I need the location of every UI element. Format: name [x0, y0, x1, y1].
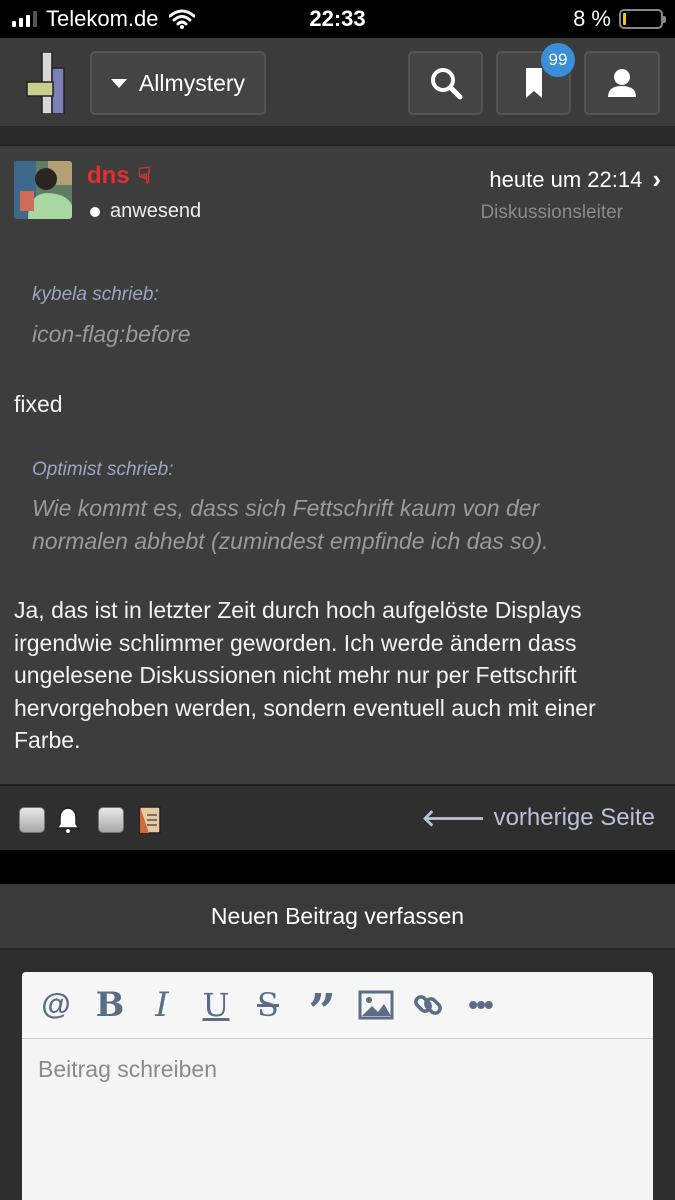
- strikethrough-button[interactable]: S: [248, 984, 288, 1026]
- post-actions: 🡐 vorherige Seite: [0, 784, 675, 850]
- image-button[interactable]: [356, 984, 396, 1026]
- avatar[interactable]: [14, 161, 72, 219]
- post-textarea[interactable]: Beitrag schreiben: [38, 1056, 217, 1083]
- bold-button[interactable]: B: [90, 984, 130, 1026]
- post-time-link[interactable]: heute um 22:14 ›: [489, 164, 661, 195]
- quote-button[interactable]: ”: [302, 984, 342, 1036]
- quote-author: kybela schrieb:: [32, 284, 159, 305]
- bell-icon[interactable]: [55, 806, 81, 834]
- author-name[interactable]: dns ☟: [87, 162, 151, 190]
- author-name-label: dns: [87, 162, 130, 189]
- logo[interactable]: [26, 52, 68, 114]
- post-editor: @ B I U S ” ••• Beitrag schreiben: [22, 972, 653, 1200]
- previous-page-link[interactable]: 🡐 vorherige Seite: [421, 803, 655, 833]
- link-button[interactable]: [408, 984, 448, 1026]
- chevron-right-icon: ›: [652, 164, 661, 194]
- editor-container: @ B I U S ” ••• Beitrag schreiben: [0, 950, 675, 1200]
- bookmark-count-badge: 99: [541, 43, 575, 77]
- section-gap: [0, 850, 675, 884]
- post: dns ☟ anwesend heute um 22:14 › Diskussi…: [0, 146, 675, 784]
- quote-author: Optimist schrieb:: [32, 459, 174, 480]
- online-dot-icon: [90, 206, 100, 217]
- editor-toolbar: @ B I U S ” •••: [22, 972, 653, 1039]
- online-status-label: anwesend: [110, 200, 202, 222]
- underline-button[interactable]: U: [196, 984, 236, 1026]
- thread-notes-icon[interactable]: [137, 805, 163, 835]
- select-checkbox[interactable]: [19, 807, 45, 833]
- status-bar: Telekom.de 22:33 8 %: [0, 0, 675, 38]
- battery-icon: [619, 9, 666, 29]
- link-icon: [414, 995, 442, 1015]
- battery-percent: 8 %: [573, 6, 611, 31]
- compose-heading-label: Neuen Beitrag verfassen: [210, 902, 465, 929]
- app-header: Allmystery: [0, 38, 675, 126]
- arrow-left-icon: 🡐: [421, 805, 486, 832]
- compose-heading: Neuen Beitrag verfassen: [0, 884, 675, 950]
- select-checkbox[interactable]: [98, 807, 124, 833]
- author-role: Diskussionsleiter: [480, 202, 623, 223]
- user-icon: [608, 69, 636, 97]
- header-divider: [0, 126, 675, 146]
- post-text: fixed: [14, 391, 63, 417]
- bookmark-icon: [525, 68, 542, 98]
- search-icon: [430, 68, 462, 100]
- quote-text: Wie kommt es, dass sich Fettschrift kaum…: [32, 495, 549, 554]
- moderator-hand-icon: ☟: [137, 163, 152, 188]
- post-text: Ja, das ist in letzter Zeit durch hoch a…: [14, 597, 596, 753]
- allmystery-menu-button[interactable]: Allmystery: [90, 51, 266, 115]
- italic-button[interactable]: I: [142, 984, 182, 1026]
- post-time-label: heute um 22:14: [489, 166, 643, 192]
- caret-down-icon: [110, 78, 127, 88]
- more-button[interactable]: •••: [460, 984, 500, 1026]
- user-button[interactable]: [584, 51, 660, 115]
- quote-text: icon-flag:before: [32, 321, 191, 347]
- previous-page-label: vorherige Seite: [493, 804, 655, 831]
- allmystery-menu-label: Allmystery: [138, 69, 246, 96]
- mention-button[interactable]: @: [36, 984, 76, 1026]
- online-status: anwesend: [90, 200, 201, 223]
- search-button[interactable]: [408, 51, 483, 115]
- image-icon: [358, 990, 394, 1020]
